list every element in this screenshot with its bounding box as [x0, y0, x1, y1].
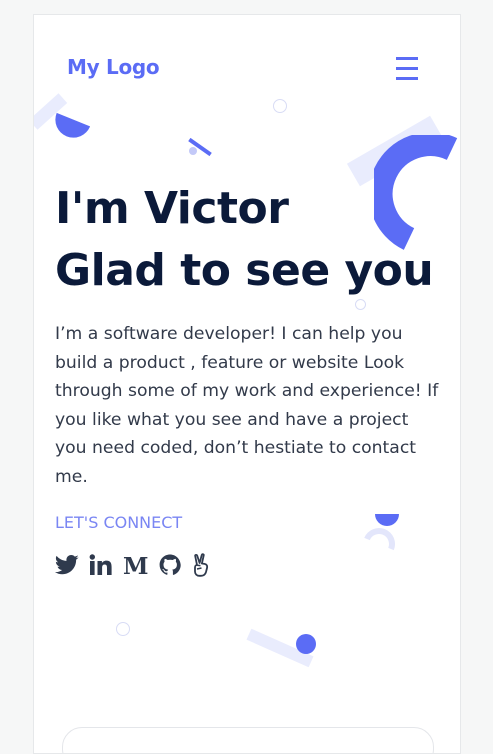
hero-description: I’m a software developer! I can help you… [55, 324, 439, 487]
github-icon[interactable] [159, 554, 181, 577]
bottom-card-edge [62, 727, 434, 753]
decor-small-dot [189, 147, 197, 155]
hero-heading-line1: I'm Victor [55, 183, 289, 234]
page-card: My Logo I'm Victor Glad to see you I’m a… [33, 14, 461, 754]
decor-arc-large [374, 135, 458, 250]
hamburger-menu-icon[interactable] [396, 55, 420, 81]
decor-dot-bottom [296, 634, 316, 654]
medium-icon[interactable]: M [123, 554, 149, 576]
decor-half-circle [49, 112, 91, 144]
svg-text:M: M [123, 554, 148, 576]
decor-ring-top [273, 99, 287, 113]
logo[interactable]: My Logo [67, 55, 160, 79]
decor-ring-mid [355, 299, 366, 310]
hero-heading-line2: Glad to see you [55, 245, 434, 296]
linkedin-icon[interactable] [89, 554, 113, 576]
decor-arc-small [364, 528, 395, 551]
decor-ring-bottom [116, 622, 130, 636]
lets-connect-link[interactable]: LET'S CONNECT [55, 513, 182, 532]
peace-hand-icon[interactable] [191, 553, 211, 577]
social-links: M [55, 552, 221, 578]
twitter-icon[interactable] [55, 554, 79, 576]
